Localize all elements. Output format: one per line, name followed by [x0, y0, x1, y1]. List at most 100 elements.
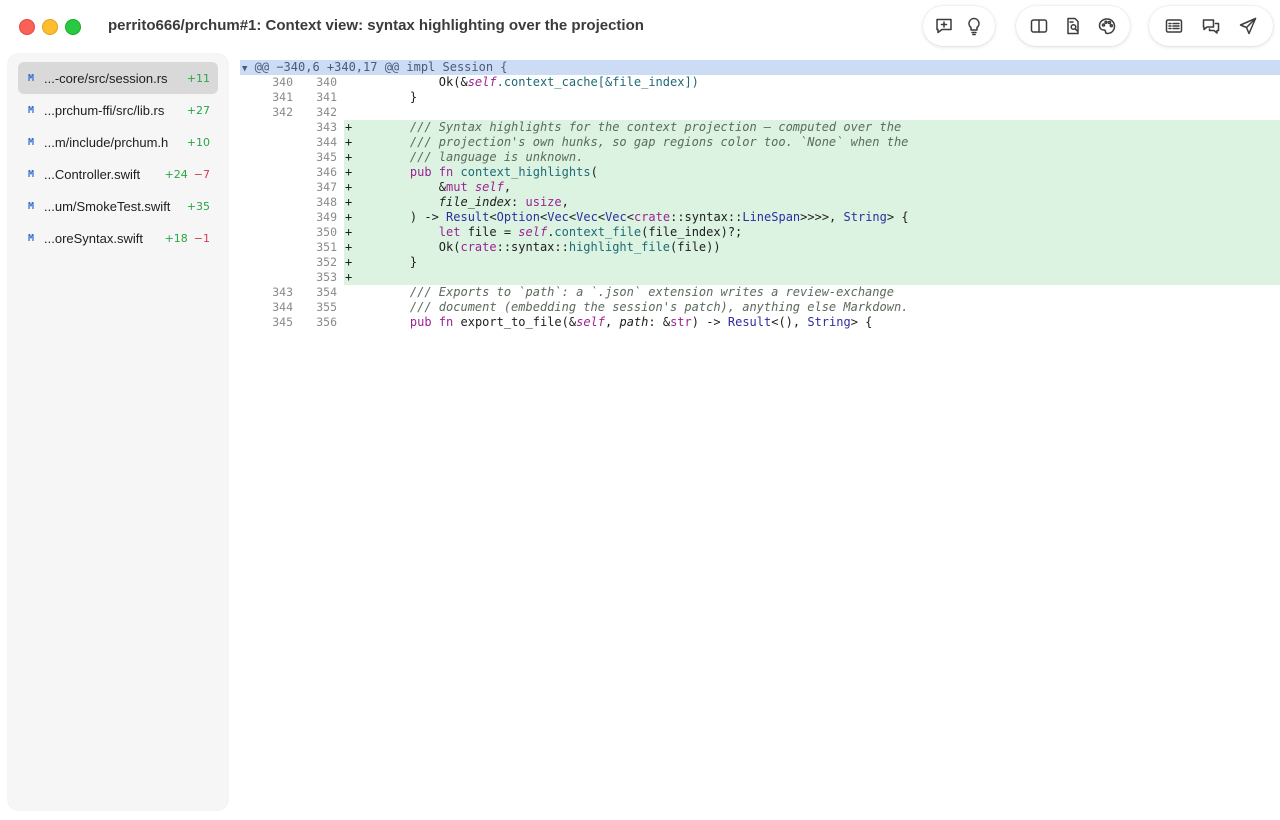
diff-line[interactable]: 340 340 Ok(&self.context_cache[&file_ind…	[240, 75, 1280, 90]
diff-line-added[interactable]: 349 + ) -> Result<Option<Vec<Vec<Vec<cra…	[240, 210, 1280, 225]
diff-line[interactable]: 343 354 /// Exports to `path`: a `.json`…	[240, 285, 1280, 300]
minimize-window-button[interactable]	[42, 19, 58, 35]
code-token: mut	[446, 180, 468, 194]
conversation-icon[interactable]	[1192, 10, 1229, 42]
code-token: self	[467, 75, 497, 89]
diff-line-added[interactable]: 345 + /// language is unknown.	[240, 150, 1280, 165]
diff-marker: +	[345, 180, 353, 194]
diff-line-added[interactable]: 348 + file_index: usize,	[240, 195, 1280, 210]
code-token: Vec	[547, 210, 569, 224]
code-token: crate	[460, 240, 497, 254]
hunk-header: ▼ @@ −340,6 +340,17 @@ impl Session {	[240, 60, 1280, 75]
diff-line[interactable]: 342 342	[240, 105, 1280, 120]
modified-status-badge: M	[27, 168, 35, 180]
diff-line-added[interactable]: 344 + /// projection's own hunks, so gap…	[240, 135, 1280, 150]
code-line: /// Exports to `path`: a `.json` extensi…	[381, 285, 894, 299]
file-name: ...m/include/prchum.h	[44, 134, 169, 150]
collapse-hunk-icon[interactable]: ▼	[242, 64, 247, 74]
additions-count: +11	[186, 71, 210, 85]
deletions-count: −7	[193, 167, 210, 181]
code-line: &mut self,	[381, 180, 511, 195]
diff-line[interactable]: 341 341 }	[240, 90, 1280, 105]
code-line: /// projection's own hunks, so gap regio…	[381, 135, 909, 149]
diff-line-added[interactable]: 343 + /// Syntax highlights for the cont…	[240, 120, 1280, 135]
code-token: file =	[460, 225, 519, 239]
diff-line[interactable]: 345 356 pub fn export_to_file(&self, pat…	[240, 315, 1280, 330]
code-token: ::syntax::	[670, 210, 743, 224]
code-token: ) ->	[691, 315, 728, 329]
diff-line-added[interactable]: 351 + Ok(crate::syntax::highlight_file(f…	[240, 240, 1280, 255]
code-token: Ok(&	[381, 75, 468, 89]
code-token: usize	[525, 195, 562, 209]
lightbulb-icon[interactable]	[959, 10, 989, 42]
code-token: &	[381, 180, 447, 194]
file-item-smoketest-swift[interactable]: M ...um/SmokeTest.swift +35	[18, 190, 218, 222]
close-window-button[interactable]	[19, 19, 35, 35]
code-token: ) ->	[381, 210, 447, 224]
code-token: Vec	[576, 210, 598, 224]
new-line-number: 342	[316, 105, 337, 119]
code-line: Ok(&self.context_cache[&file_index])	[381, 75, 699, 90]
file-name: ...prchum-ffi/src/lib.rs	[44, 102, 165, 118]
code-token: (	[590, 165, 598, 179]
code-token: <	[597, 210, 606, 224]
modified-status-badge: M	[27, 72, 35, 84]
file-item-prchum-h[interactable]: M ...m/include/prchum.h +10	[18, 126, 218, 158]
diff-line-added[interactable]: 353 +	[240, 270, 1280, 285]
file-item-session-rs[interactable]: M ...-core/src/session.rs +11	[18, 62, 218, 94]
new-line-number: 356	[316, 315, 337, 329]
code-line: pub fn export_to_file(&self, path: &str)…	[381, 315, 873, 330]
code-token: (file))	[670, 240, 721, 254]
code-token: file_index	[438, 195, 512, 209]
code-line: pub fn context_highlights(	[381, 165, 598, 180]
diff-line-added[interactable]: 350 + let file = self.context_file(file_…	[240, 225, 1280, 240]
list-view-icon[interactable]	[1155, 10, 1192, 42]
file-item-lib-rs[interactable]: M ...prchum-ffi/src/lib.rs +27	[18, 94, 218, 126]
new-line-number: 347	[316, 180, 337, 194]
diff-marker: +	[345, 255, 353, 269]
code-token: str	[670, 315, 692, 329]
old-line-number: 343	[272, 285, 293, 299]
code-line: file_index: usize,	[381, 195, 569, 210]
diff-line-added[interactable]: 347 + &mut self,	[240, 180, 1280, 195]
code-token: <	[489, 210, 497, 224]
split-view-icon[interactable]	[1022, 10, 1056, 42]
code-token: export_to_file(&	[453, 315, 577, 329]
code-token: >>>>,	[800, 210, 844, 224]
diff-line[interactable]: 344 355 /// document (embedding the sess…	[240, 300, 1280, 315]
old-line-number: 341	[272, 90, 293, 104]
diff-marker: +	[345, 165, 353, 179]
new-line-number: 348	[316, 195, 337, 209]
new-line-number: 344	[316, 135, 337, 149]
file-item-coresyntax-swift[interactable]: M ...oreSyntax.swift +18 −1	[18, 222, 218, 254]
code-token: crate	[633, 210, 671, 224]
add-comment-icon[interactable]	[929, 10, 959, 42]
palette-icon[interactable]	[1090, 10, 1124, 42]
diff-line-added[interactable]: 346 + pub fn context_highlights(	[240, 165, 1280, 180]
code-token: pub	[409, 315, 432, 329]
modified-status-badge: M	[27, 232, 35, 244]
send-icon[interactable]	[1229, 10, 1266, 42]
code-token: ,	[503, 180, 512, 194]
code-token: Result	[727, 315, 772, 329]
code-line: }	[381, 255, 418, 269]
diff-line-added[interactable]: 352 + }	[240, 255, 1280, 270]
code-token: Vec	[605, 210, 627, 224]
file-name: ...um/SmokeTest.swift	[44, 198, 171, 214]
additions-count: +24	[164, 167, 188, 181]
modified-status-badge: M	[27, 136, 35, 148]
toolbar-group-view	[1016, 6, 1130, 46]
file-list-sidebar: M ...-core/src/session.rs +11 M ...prchu…	[8, 54, 228, 810]
document-search-icon[interactable]	[1056, 10, 1090, 42]
code-token: ,	[561, 195, 569, 209]
additions-count: +27	[186, 103, 210, 117]
zoom-window-button[interactable]	[65, 19, 81, 35]
file-item-controller-swift[interactable]: M ...Controller.swift +24 −7	[18, 158, 218, 190]
code-token: ::syntax::	[496, 240, 569, 254]
